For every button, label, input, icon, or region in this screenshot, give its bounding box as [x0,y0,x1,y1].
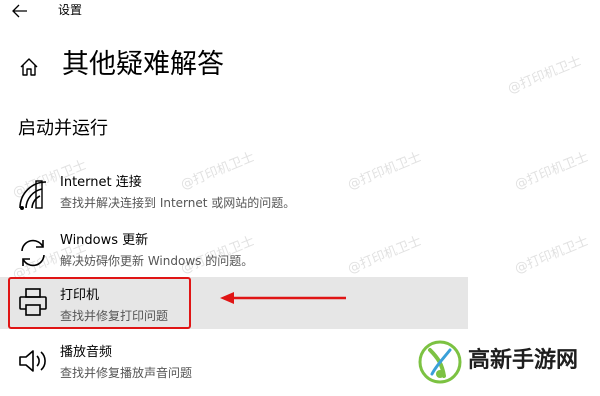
troubleshooter-item-internet[interactable]: Internet 连接 查找并解决连接到 Internet 或网站的问题。 [0,166,468,224]
brand-watermark: 高新手游网 [414,336,600,388]
back-arrow-icon[interactable] [10,2,30,20]
item-description: 查找并解决连接到 Internet 或网站的问题。 [60,196,296,210]
speaker-icon [19,350,46,372]
wifi-icon [19,180,47,210]
watermark-text: @打印机卫士 [512,149,591,193]
item-name: 播放音频 [60,345,113,360]
section-title: 启动并运行 [18,118,108,139]
refresh-icon [21,239,45,267]
page-title: 其他疑难解答 [62,49,224,80]
item-description: 解决妨碍你更新 Windows 的问题。 [60,254,254,268]
item-name: Windows 更新 [60,233,149,248]
watermark-text: @打印机卫士 [512,233,591,277]
watermark-text: @打印机卫士 [505,53,584,97]
item-description: 查找并修复播放声音问题 [60,366,193,380]
troubleshooter-item-windows-update[interactable]: Windows 更新 解决妨碍你更新 Windows 的问题。 [0,224,468,282]
item-name: Internet 连接 [60,175,142,190]
brand-text: 高新手游网 [468,348,579,373]
brand-logo-icon [418,340,462,384]
home-icon[interactable] [18,56,40,78]
highlight-box [8,277,191,329]
troubleshooter-item-audio[interactable]: 播放音频 查找并修复播放声音问题 [0,338,468,396]
title-bar: 设置 [0,0,600,24]
pointer-arrow-icon [220,292,346,304]
app-title: 设置 [58,3,83,17]
